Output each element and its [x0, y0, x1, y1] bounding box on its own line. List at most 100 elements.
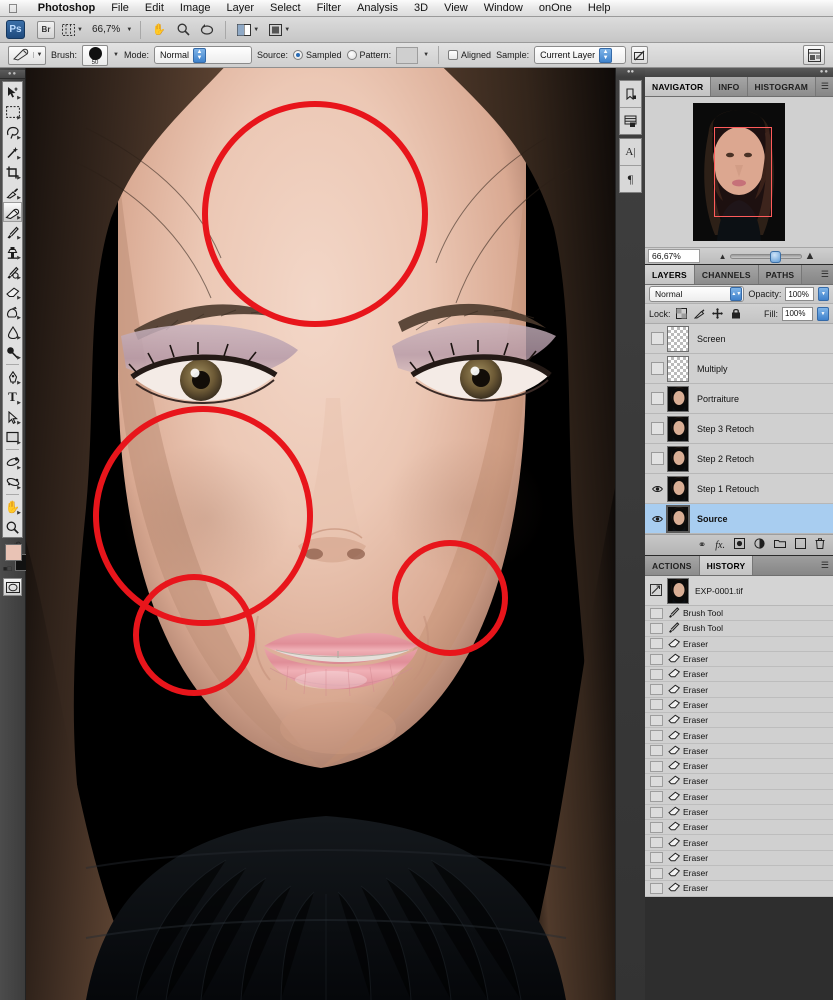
gradient-tool[interactable]: ▶: [3, 302, 22, 322]
marquee-tool[interactable]: ▶: [3, 102, 22, 122]
history-snapshot-checkbox[interactable]: [650, 882, 663, 894]
tab-navigator[interactable]: NAVIGATOR: [645, 77, 712, 96]
opacity-dropdown-icon[interactable]: ▼: [817, 287, 829, 301]
brush-size-preview[interactable]: 50: [82, 44, 109, 66]
history-state-row[interactable]: Eraser: [645, 682, 833, 698]
history-snapshot-checkbox[interactable]: [650, 867, 663, 879]
menu-select[interactable]: Select: [262, 0, 309, 17]
sample-select[interactable]: Current Layer ▲ ▼: [534, 46, 627, 64]
toolbar-grip[interactable]: ●●: [0, 70, 25, 79]
panel-menu-icon[interactable]: ☰: [821, 81, 829, 92]
history-state-row[interactable]: Eraser: [645, 789, 833, 805]
crop-tool[interactable]: ▶: [3, 162, 22, 182]
brush-preset-dropdown-icon[interactable]: ▼: [113, 52, 119, 58]
history-snapshot-checkbox[interactable]: [650, 607, 663, 619]
history-snapshot-checkbox[interactable]: [650, 745, 663, 757]
healing-brush-tool[interactable]: ▶: [3, 202, 22, 222]
layer-visibility-toggle[interactable]: [647, 452, 667, 465]
history-state-row[interactable]: Eraser: [645, 697, 833, 714]
fill-dropdown-icon[interactable]: ▼: [817, 306, 829, 321]
layer-blend-mode-select[interactable]: Normal ▲▼: [649, 286, 745, 302]
layer-row[interactable]: Multiply: [645, 354, 833, 384]
layer-thumbnail[interactable]: [667, 475, 689, 502]
character-panel-icon[interactable]: A|: [620, 139, 641, 165]
history-snapshot-checkbox[interactable]: [650, 714, 663, 726]
navigator-preview-area[interactable]: [645, 97, 833, 247]
lock-all-icon[interactable]: [729, 307, 743, 321]
navigator-view-rectangle[interactable]: [714, 127, 772, 217]
tab-info[interactable]: INFO: [711, 77, 748, 96]
menu-analysis[interactable]: Analysis: [349, 0, 406, 17]
layer-thumbnail[interactable]: [667, 445, 689, 472]
layer-visibility-eye-icon[interactable]: [647, 515, 667, 523]
history-state-row[interactable]: Eraser: [645, 804, 833, 821]
history-state-row[interactable]: Eraser: [645, 651, 833, 668]
history-state-row[interactable]: Eraser: [645, 667, 833, 683]
layer-thumbnail[interactable]: [666, 504, 690, 533]
pattern-preview[interactable]: [396, 46, 419, 64]
navigator-zoom-slider-area[interactable]: ▲ ▲: [704, 250, 830, 263]
layer-row[interactable]: Step 1 Retouch: [645, 474, 833, 504]
lasso-tool[interactable]: ▶: [3, 122, 22, 142]
history-snapshot-checkbox[interactable]: [650, 821, 663, 833]
menu-photoshop[interactable]: Photoshop: [30, 0, 103, 17]
layer-row[interactable]: Step 3 Retoch: [645, 414, 833, 444]
link-layers-icon[interactable]: ⚭: [698, 540, 706, 551]
menu-view[interactable]: View: [436, 0, 476, 17]
navigator-zoom-slider[interactable]: [729, 250, 802, 263]
pen-tool[interactable]: ▶: [3, 367, 22, 387]
tab-channels[interactable]: CHANNELS: [694, 265, 759, 284]
layer-visibility-toggle[interactable]: [647, 362, 667, 375]
navigator-zoom-field[interactable]: 66,67%: [648, 249, 700, 263]
panel-dock-grip[interactable]: ●●: [645, 68, 833, 77]
panel-menu-icon[interactable]: ☰: [821, 560, 829, 571]
zoom-slider-handle[interactable]: [769, 250, 781, 263]
add-layer-mask-icon[interactable]: [734, 538, 745, 552]
zoom-dropdown-icon[interactable]: ▼: [126, 27, 132, 33]
hand-tool-button[interactable]: ✋: [149, 20, 169, 40]
history-state-row[interactable]: Eraser: [645, 881, 833, 897]
history-snapshot-checkbox[interactable]: [650, 775, 663, 787]
history-state-row[interactable]: Eraser: [645, 820, 833, 836]
fill-value-field[interactable]: 100%: [782, 306, 813, 321]
blend-mode-select[interactable]: Normal ▲ ▼: [153, 46, 252, 64]
history-state-row[interactable]: Eraser: [645, 866, 833, 882]
magic-wand-tool[interactable]: ▶: [3, 142, 22, 162]
history-state-row[interactable]: Eraser: [645, 850, 833, 867]
move-tool[interactable]: ▶: [3, 82, 22, 102]
arrange-documents-button[interactable]: ▼: [234, 20, 262, 40]
rotate-view-tool-button[interactable]: [197, 20, 217, 40]
navigator-thumbnail[interactable]: [693, 103, 785, 241]
path-selection-tool[interactable]: ▶: [3, 407, 22, 427]
source-sampled-option[interactable]: Sampled: [293, 50, 342, 60]
image-canvas[interactable]: [26, 68, 615, 1000]
apple-icon[interactable]: : [8, 2, 18, 15]
toggle-panels-button[interactable]: [803, 45, 825, 65]
radio-sampled[interactable]: [293, 50, 304, 60]
brush-tool[interactable]: ▶: [3, 222, 22, 242]
history-state-row[interactable]: Eraser: [645, 835, 833, 851]
lock-transparent-pixels-icon[interactable]: [675, 307, 689, 321]
menu-onone[interactable]: onOne: [531, 0, 580, 17]
menu-edit[interactable]: Edit: [137, 0, 172, 17]
paragraph-panel-icon[interactable]: ¶: [620, 166, 641, 192]
history-snapshot-checkbox[interactable]: [650, 684, 663, 696]
rectangle-shape-tool[interactable]: ▶: [3, 427, 22, 447]
hand-tool[interactable]: ✋ ▶: [3, 497, 22, 517]
layer-row[interactable]: Step 2 Retoch: [645, 444, 833, 474]
checkbox-aligned[interactable]: [448, 50, 459, 60]
layer-style-fx-icon[interactable]: fx.: [715, 540, 725, 551]
layer-visibility-toggle[interactable]: [647, 332, 667, 345]
delete-layer-icon[interactable]: [815, 538, 825, 552]
eyedropper-tool[interactable]: ▶: [3, 182, 22, 202]
new-layer-icon[interactable]: [795, 538, 806, 552]
menu-3d[interactable]: 3D: [406, 0, 436, 17]
tool-preset-dropdown-icon[interactable]: ▼: [33, 52, 45, 58]
type-tool[interactable]: T ▶: [3, 387, 22, 407]
layer-visibility-eye-icon[interactable]: [647, 485, 667, 493]
history-snapshot-checkbox[interactable]: [650, 806, 663, 818]
layer-visibility-toggle[interactable]: [647, 422, 667, 435]
menu-image[interactable]: Image: [172, 0, 219, 17]
history-state-row[interactable]: Eraser: [645, 743, 833, 759]
ignore-adjustment-layers-button[interactable]: [631, 46, 649, 64]
